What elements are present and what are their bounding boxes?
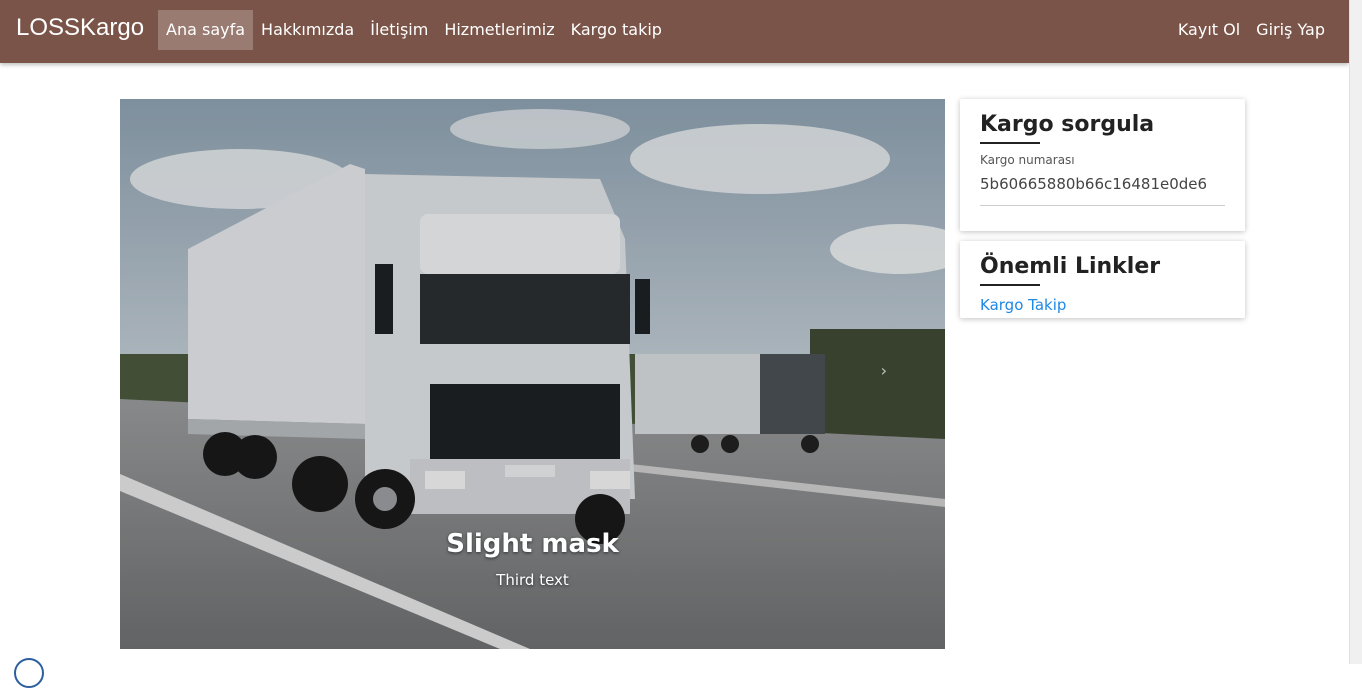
cargo-query-card: Kargo sorgula Kargo numarası 5b60665880b…	[960, 99, 1245, 231]
nav-left-menu: Ana sayfa Hakkımızda İletişim Hizmetleri…	[158, 10, 670, 50]
tracking-number-label: Kargo numarası	[980, 153, 1075, 167]
truck-image	[120, 99, 945, 649]
login-link[interactable]: Giriş Yap	[1248, 10, 1333, 50]
kargo-takip-link[interactable]: Kargo Takip	[980, 296, 1066, 314]
important-links-card: Önemli Linkler Kargo Takip	[960, 241, 1245, 318]
title-underline	[980, 284, 1040, 286]
chat-widget-icon[interactable]	[14, 658, 44, 688]
carousel-caption-title: Slight mask	[446, 529, 619, 559]
cargo-query-title: Kargo sorgula	[980, 112, 1155, 137]
hero-carousel[interactable]: Slight mask Third text ›	[120, 99, 945, 649]
tracking-number-input[interactable]: 5b60665880b66c16481e0de6	[980, 175, 1207, 193]
input-underline	[980, 205, 1225, 206]
chevron-right-icon[interactable]: ›	[881, 361, 887, 380]
nav-item-hizmetlerimiz[interactable]: Hizmetlerimiz	[436, 10, 562, 50]
carousel-caption-text: Third text	[496, 571, 569, 589]
top-navbar: LOSSKargo Ana sayfa Hakkımızda İletişim …	[0, 0, 1349, 63]
nav-item-hakkimizda[interactable]: Hakkımızda	[253, 10, 362, 50]
nav-item-kargo-takip[interactable]: Kargo takip	[563, 10, 670, 50]
important-links-title: Önemli Linkler	[980, 254, 1161, 279]
register-link[interactable]: Kayıt Ol	[1170, 10, 1248, 50]
title-underline	[980, 142, 1040, 144]
page-scrollbar[interactable]	[1349, 0, 1362, 664]
nav-item-ana-sayfa[interactable]: Ana sayfa	[158, 10, 254, 50]
brand-logo[interactable]: LOSSKargo	[16, 14, 144, 42]
nav-item-iletisim[interactable]: İletişim	[362, 10, 436, 50]
nav-right-menu: Kayıt Ol Giriş Yap	[1170, 10, 1333, 50]
